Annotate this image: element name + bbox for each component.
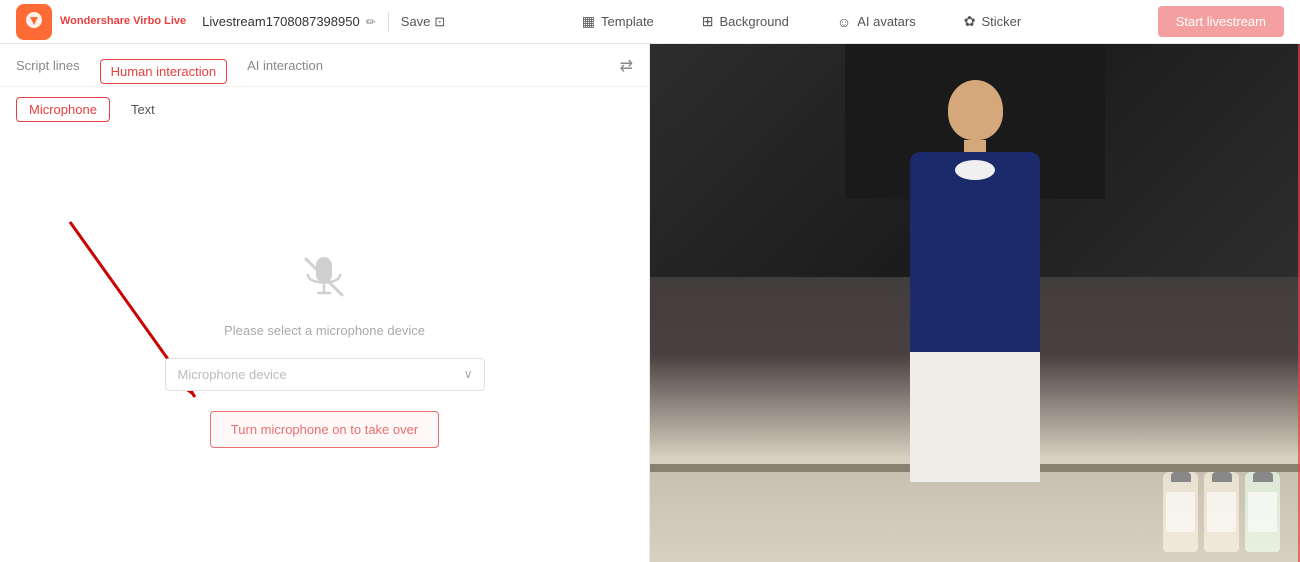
mic-icon-circle	[294, 247, 354, 307]
header-nav: ▦ Template ⊞ Background ☺ AI avatars ✿ S…	[445, 9, 1157, 34]
ai-avatars-label: AI avatars	[857, 14, 916, 29]
left-panel: Script lines Human interaction AI intera…	[0, 44, 650, 562]
logo-brand-name: Wondershare Virbo Live	[60, 15, 186, 28]
ai-avatars-icon: ☺	[837, 14, 851, 30]
background-label: Background	[720, 14, 789, 29]
background-icon: ⊞	[702, 13, 714, 30]
tab-human-interaction[interactable]: Human interaction	[100, 59, 228, 84]
person-pants	[910, 352, 1040, 482]
content-area: Please select a microphone device Microp…	[0, 132, 649, 562]
template-icon: ▦	[582, 13, 595, 30]
mic-area: Please select a microphone device	[224, 247, 425, 338]
tabs-row: Script lines Human interaction AI intera…	[0, 44, 649, 87]
person-head	[948, 80, 1003, 140]
tab-script-lines[interactable]: Script lines	[16, 58, 80, 85]
sub-tab-microphone[interactable]: Microphone	[16, 97, 110, 122]
person-body	[910, 152, 1040, 352]
edit-icon[interactable]: ✏	[366, 15, 376, 29]
virbo-logo-icon	[16, 4, 52, 40]
nav-template[interactable]: ▦ Template	[574, 9, 662, 34]
header: Wondershare Virbo Live Livestream1708087…	[0, 0, 1300, 44]
save-button[interactable]: Save ⊡	[401, 14, 446, 30]
turn-microphone-on-button[interactable]: Turn microphone on to take over	[210, 411, 439, 448]
template-label: Template	[601, 14, 654, 29]
nav-background[interactable]: ⊞ Background	[694, 9, 797, 34]
start-livestream-button[interactable]: Start livestream	[1158, 6, 1284, 37]
tab-ai-interaction[interactable]: AI interaction	[247, 58, 323, 85]
mic-slash-icon	[296, 249, 352, 305]
avatar-person	[910, 80, 1040, 482]
main-layout: Script lines Human interaction AI intera…	[0, 44, 1300, 562]
header-divider	[388, 12, 389, 32]
nav-ai-avatars[interactable]: ☺ AI avatars	[829, 10, 924, 34]
filter-icon[interactable]: ⇄	[620, 56, 633, 86]
save-icon: ⊡	[434, 14, 445, 30]
person-neck	[964, 140, 986, 152]
sticker-icon: ✿	[964, 13, 976, 30]
save-label: Save	[401, 14, 431, 29]
mic-hint-text: Please select a microphone device	[224, 323, 425, 338]
product-bottle-3	[1245, 472, 1280, 552]
right-panel	[650, 44, 1300, 562]
sticker-label: Sticker	[981, 14, 1021, 29]
sub-tab-text[interactable]: Text	[118, 97, 168, 122]
logo-area: Wondershare Virbo Live	[16, 4, 186, 40]
livestream-name-area: Livestream1708087398950 ✏	[202, 14, 376, 29]
product-bottle-2	[1204, 472, 1239, 552]
livestream-title: Livestream1708087398950	[202, 14, 360, 29]
preview-area	[650, 44, 1300, 562]
microphone-dropdown-wrapper: Microphone device ∨ // Set placeholder t…	[165, 358, 485, 391]
products-area	[1163, 472, 1280, 552]
microphone-device-select[interactable]: Microphone device	[165, 358, 485, 391]
nav-sticker[interactable]: ✿ Sticker	[956, 9, 1029, 34]
sub-tabs-row: Microphone Text	[0, 87, 649, 132]
product-bottle-1	[1163, 472, 1198, 552]
red-arrow-annotation	[40, 212, 240, 432]
